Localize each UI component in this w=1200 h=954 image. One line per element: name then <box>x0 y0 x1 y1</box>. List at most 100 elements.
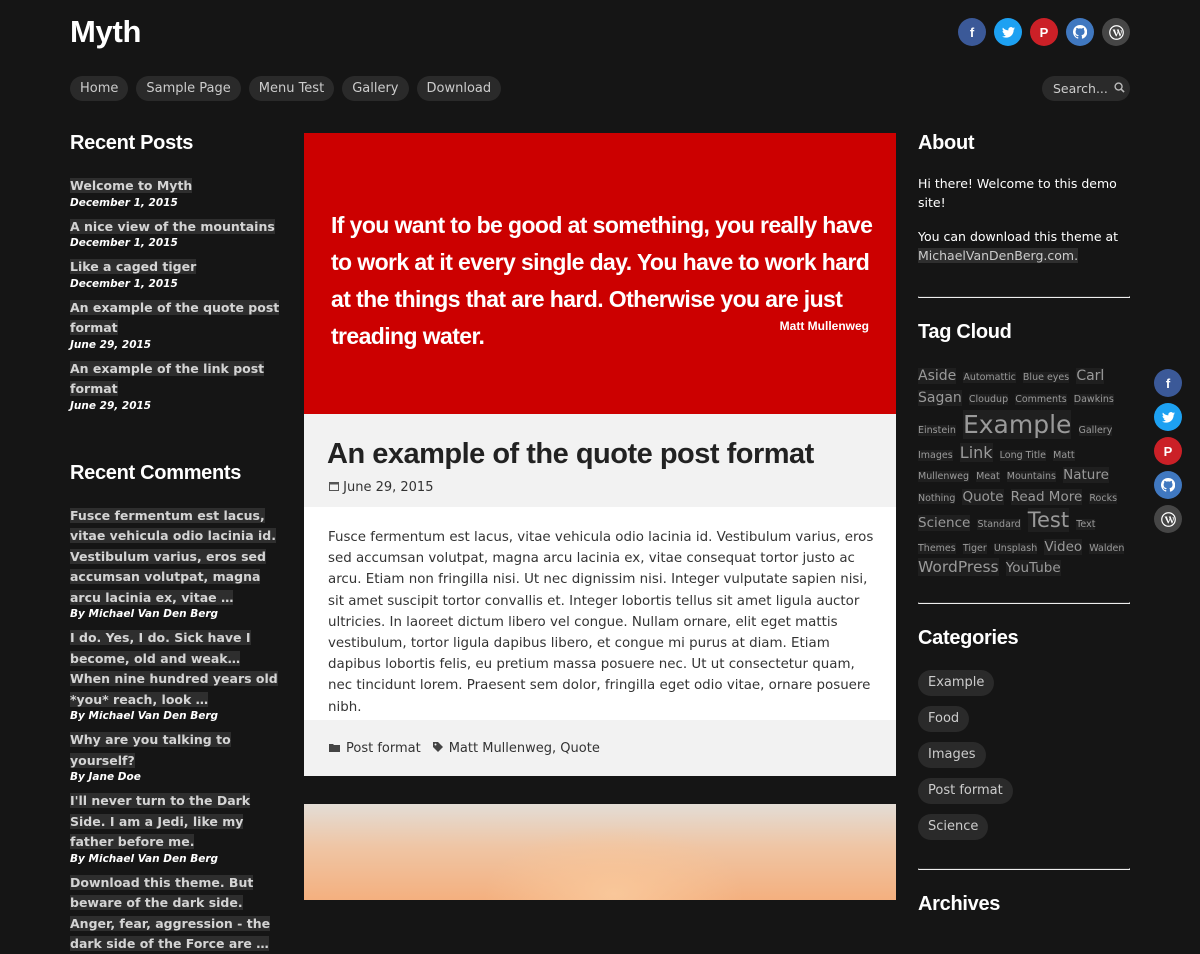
category-example[interactable]: Example <box>918 670 995 697</box>
recent-post-link[interactable]: An example of the link post format <box>70 360 265 396</box>
comment-link[interactable]: I do. Yes, I do. Sick have I become, old… <box>70 630 278 707</box>
right-sidebar: About Hi there! Welcome to this demo sit… <box>918 132 1130 936</box>
post-date: December 1, 2015 <box>70 237 178 249</box>
search-input[interactable]: Search... <box>1042 76 1130 101</box>
tag-cloud-title: Tag Cloud <box>918 321 1012 343</box>
list-item: A nice view of the mountains December 1,… <box>70 216 282 249</box>
search-placeholder: Search... <box>1053 81 1108 96</box>
github-icon[interactable] <box>1066 18 1094 46</box>
tag-link[interactable]: Themes <box>918 542 956 554</box>
post-tag-link[interactable]: Quote <box>560 741 600 756</box>
post-date: December 1, 2015 <box>70 277 178 290</box>
nav-item-menu-test[interactable]: Menu Test <box>248 76 335 101</box>
folder-icon <box>329 743 340 755</box>
post-body: Fusce fermentum est lacus, vitae vehicul… <box>304 507 896 720</box>
nav-item-home[interactable]: Home <box>70 76 129 101</box>
recent-post-link[interactable]: Like a caged tiger <box>70 259 197 274</box>
tag-link[interactable]: Nature <box>1063 467 1109 484</box>
categories-list: Example Food Images Post format Science <box>918 670 1130 850</box>
comment-link[interactable]: Fusce fermentum est lacus, vitae vehicul… <box>70 507 276 605</box>
tag-link[interactable]: Dawkins <box>1073 393 1114 405</box>
tag-link[interactable]: Text <box>1076 519 1096 531</box>
tag-link[interactable]: Read More <box>1010 488 1083 505</box>
facebook-icon[interactable]: f <box>1154 369 1182 397</box>
tag-link[interactable]: Standard <box>977 519 1021 531</box>
github-icon[interactable] <box>1154 471 1182 499</box>
tag-link[interactable]: Test <box>1027 508 1070 533</box>
post-date: June 29, 2015 <box>70 399 152 412</box>
tag-link[interactable]: Automattic <box>963 372 1016 383</box>
comment-author[interactable]: Michael Van Den Berg <box>89 608 219 620</box>
recent-post-link[interactable]: A nice view of the mountains <box>70 218 275 234</box>
tag-link[interactable]: Quote <box>962 488 1004 505</box>
tag-link[interactable]: Long Title <box>999 449 1047 461</box>
nav-item-download[interactable]: Download <box>416 76 502 101</box>
search-icon[interactable] <box>1114 81 1125 96</box>
post-category-link[interactable]: Post format <box>346 741 421 756</box>
twitter-icon[interactable] <box>994 18 1022 46</box>
list-item: An example of the link post format June … <box>70 358 282 412</box>
category-post-format[interactable]: Post format <box>918 778 1013 805</box>
list-item: Like a caged tiger December 1, 2015 <box>70 256 282 290</box>
tag-link[interactable]: Mountains <box>1006 471 1057 483</box>
recent-post-link[interactable]: Welcome to Myth <box>70 178 193 193</box>
wordpress-icon[interactable] <box>1154 505 1182 533</box>
tag-link[interactable]: Walden <box>1089 542 1125 554</box>
categories-title: Categories <box>918 627 1019 650</box>
post-date-row: June 29, 2015 <box>329 480 433 495</box>
comment-link[interactable]: Download this theme. But beware of the d… <box>70 874 271 951</box>
tag-link[interactable]: Comments <box>1015 393 1067 405</box>
comment-author[interactable]: Michael Van Den Berg <box>89 853 219 865</box>
tag-link[interactable]: Rocks <box>1089 492 1118 504</box>
category-science[interactable]: Science <box>918 814 989 841</box>
recent-comments-list: Fusce fermentum est lacus, vitae vehicul… <box>70 505 282 954</box>
tag-link[interactable]: Meat <box>976 471 1000 483</box>
comment-link[interactable]: I'll never turn to the Dark Side. I am a… <box>70 793 251 849</box>
post-content: Fusce fermentum est lacus, vitae vehicul… <box>328 530 874 715</box>
comment-by-label: By <box>70 608 85 620</box>
recent-post-link[interactable]: An example of the quote post format <box>70 299 280 335</box>
list-item: Welcome to Myth December 1, 2015 <box>70 175 282 209</box>
tag-link[interactable]: Example <box>962 409 1072 439</box>
about-link[interactable]: MichaelVanDenBerg.com. <box>918 247 1079 263</box>
tag-link[interactable]: Unsplash <box>993 542 1038 554</box>
site-title[interactable]: Myth <box>70 14 141 50</box>
tag-link[interactable]: Cloudup <box>968 393 1009 405</box>
post-footer: Post format Matt Mullenweg, Quote <box>304 720 896 776</box>
tag-link[interactable]: Tiger <box>962 542 987 554</box>
category-images[interactable]: Images <box>918 742 986 769</box>
tag-link[interactable]: Einstein <box>918 424 956 436</box>
tag-link[interactable]: Gallery <box>1078 424 1113 436</box>
comment-author[interactable]: Michael Van Den Berg <box>89 710 219 722</box>
comment-author[interactable]: Jane Doe <box>89 771 141 783</box>
comment-by-label: By <box>70 771 85 783</box>
recent-posts-title: Recent Posts <box>70 132 194 154</box>
tag-link[interactable]: Aside <box>918 368 957 384</box>
tag-link[interactable]: Blue eyes <box>1022 372 1070 383</box>
tag-link[interactable]: Link <box>959 442 993 462</box>
tag-link[interactable]: Images <box>918 449 953 461</box>
list-item: Fusce fermentum est lacus, vitae vehicul… <box>70 505 282 620</box>
about-text: Hi there! Welcome to this demo site! <box>918 176 1117 210</box>
tag-link[interactable]: Nothing <box>918 492 956 504</box>
twitter-icon[interactable] <box>1154 403 1182 431</box>
pinterest-icon[interactable]: P <box>1030 18 1058 46</box>
comment-link[interactable]: Why are you talking to yourself? <box>70 732 231 768</box>
nav-item-gallery[interactable]: Gallery <box>342 76 409 101</box>
category-food[interactable]: Food <box>918 706 970 733</box>
facebook-icon[interactable]: f <box>958 18 986 46</box>
post-date[interactable]: June 29, 2015 <box>343 480 433 495</box>
quote-author: Matt Mullenweg <box>779 319 869 333</box>
post-date: June 29, 2015 <box>70 338 152 351</box>
pinterest-icon[interactable]: P <box>1154 437 1182 465</box>
tag-link[interactable]: WordPress <box>918 558 999 577</box>
post-tag-link[interactable]: Matt Mullenweg <box>449 741 552 756</box>
tag-link[interactable]: Science <box>918 515 971 532</box>
wordpress-icon[interactable] <box>1102 18 1130 46</box>
nav-item-sample-page[interactable]: Sample Page <box>136 76 241 101</box>
post-title[interactable]: An example of the quote post format <box>327 438 814 471</box>
tag-link[interactable]: YouTube <box>1005 560 1061 577</box>
list-item: Download this theme. But beware of the d… <box>70 872 282 954</box>
next-post-featured-image[interactable] <box>304 804 896 900</box>
tag-link[interactable]: Video <box>1044 538 1083 555</box>
